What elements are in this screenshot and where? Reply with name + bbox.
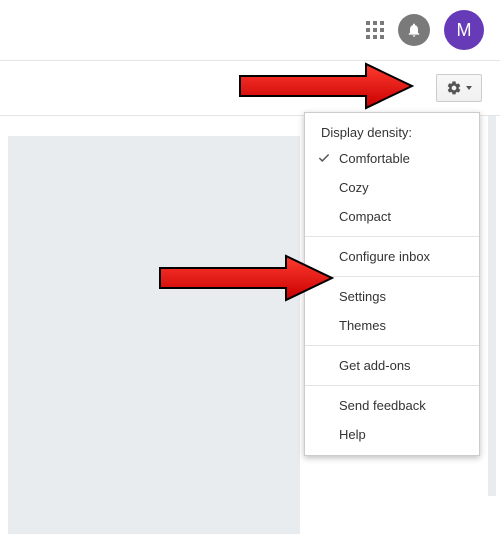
menu-item-cozy[interactable]: Cozy bbox=[305, 173, 479, 202]
toolbar bbox=[0, 60, 500, 116]
avatar-initial: M bbox=[457, 20, 472, 41]
notifications-button[interactable] bbox=[398, 14, 430, 46]
menu-item-comfortable[interactable]: Comfortable bbox=[305, 144, 479, 173]
menu-item-settings[interactable]: Settings bbox=[305, 282, 479, 311]
settings-menu: Display density: Comfortable Cozy Compac… bbox=[304, 112, 480, 456]
menu-item-compact[interactable]: Compact bbox=[305, 202, 479, 231]
gear-icon bbox=[446, 80, 462, 96]
menu-item-themes[interactable]: Themes bbox=[305, 311, 479, 340]
menu-divider bbox=[305, 236, 479, 237]
menu-item-configure-inbox[interactable]: Configure inbox bbox=[305, 242, 479, 271]
settings-gear-button[interactable] bbox=[436, 74, 482, 102]
menu-divider bbox=[305, 385, 479, 386]
menu-item-get-addons[interactable]: Get add-ons bbox=[305, 351, 479, 380]
right-strip bbox=[488, 116, 496, 496]
menu-item-label: Help bbox=[339, 427, 366, 442]
menu-item-label: Configure inbox bbox=[339, 249, 430, 264]
menu-divider bbox=[305, 345, 479, 346]
menu-item-send-feedback[interactable]: Send feedback bbox=[305, 391, 479, 420]
menu-item-help[interactable]: Help bbox=[305, 420, 479, 449]
check-icon bbox=[317, 151, 331, 165]
menu-divider bbox=[305, 276, 479, 277]
apps-icon[interactable] bbox=[366, 21, 384, 39]
menu-item-label: Cozy bbox=[339, 180, 369, 195]
message-list-panel bbox=[8, 136, 300, 534]
top-bar: M bbox=[0, 0, 500, 60]
dropdown-caret-icon bbox=[466, 86, 472, 90]
bell-icon bbox=[406, 22, 422, 38]
avatar[interactable]: M bbox=[444, 10, 484, 50]
menu-header: Display density: bbox=[305, 119, 479, 144]
menu-item-label: Get add-ons bbox=[339, 358, 411, 373]
content-area: Display density: Comfortable Cozy Compac… bbox=[0, 116, 500, 534]
menu-item-label: Send feedback bbox=[339, 398, 426, 413]
menu-item-label: Themes bbox=[339, 318, 386, 333]
menu-item-label: Comfortable bbox=[339, 151, 410, 166]
menu-item-label: Compact bbox=[339, 209, 391, 224]
menu-item-label: Settings bbox=[339, 289, 386, 304]
